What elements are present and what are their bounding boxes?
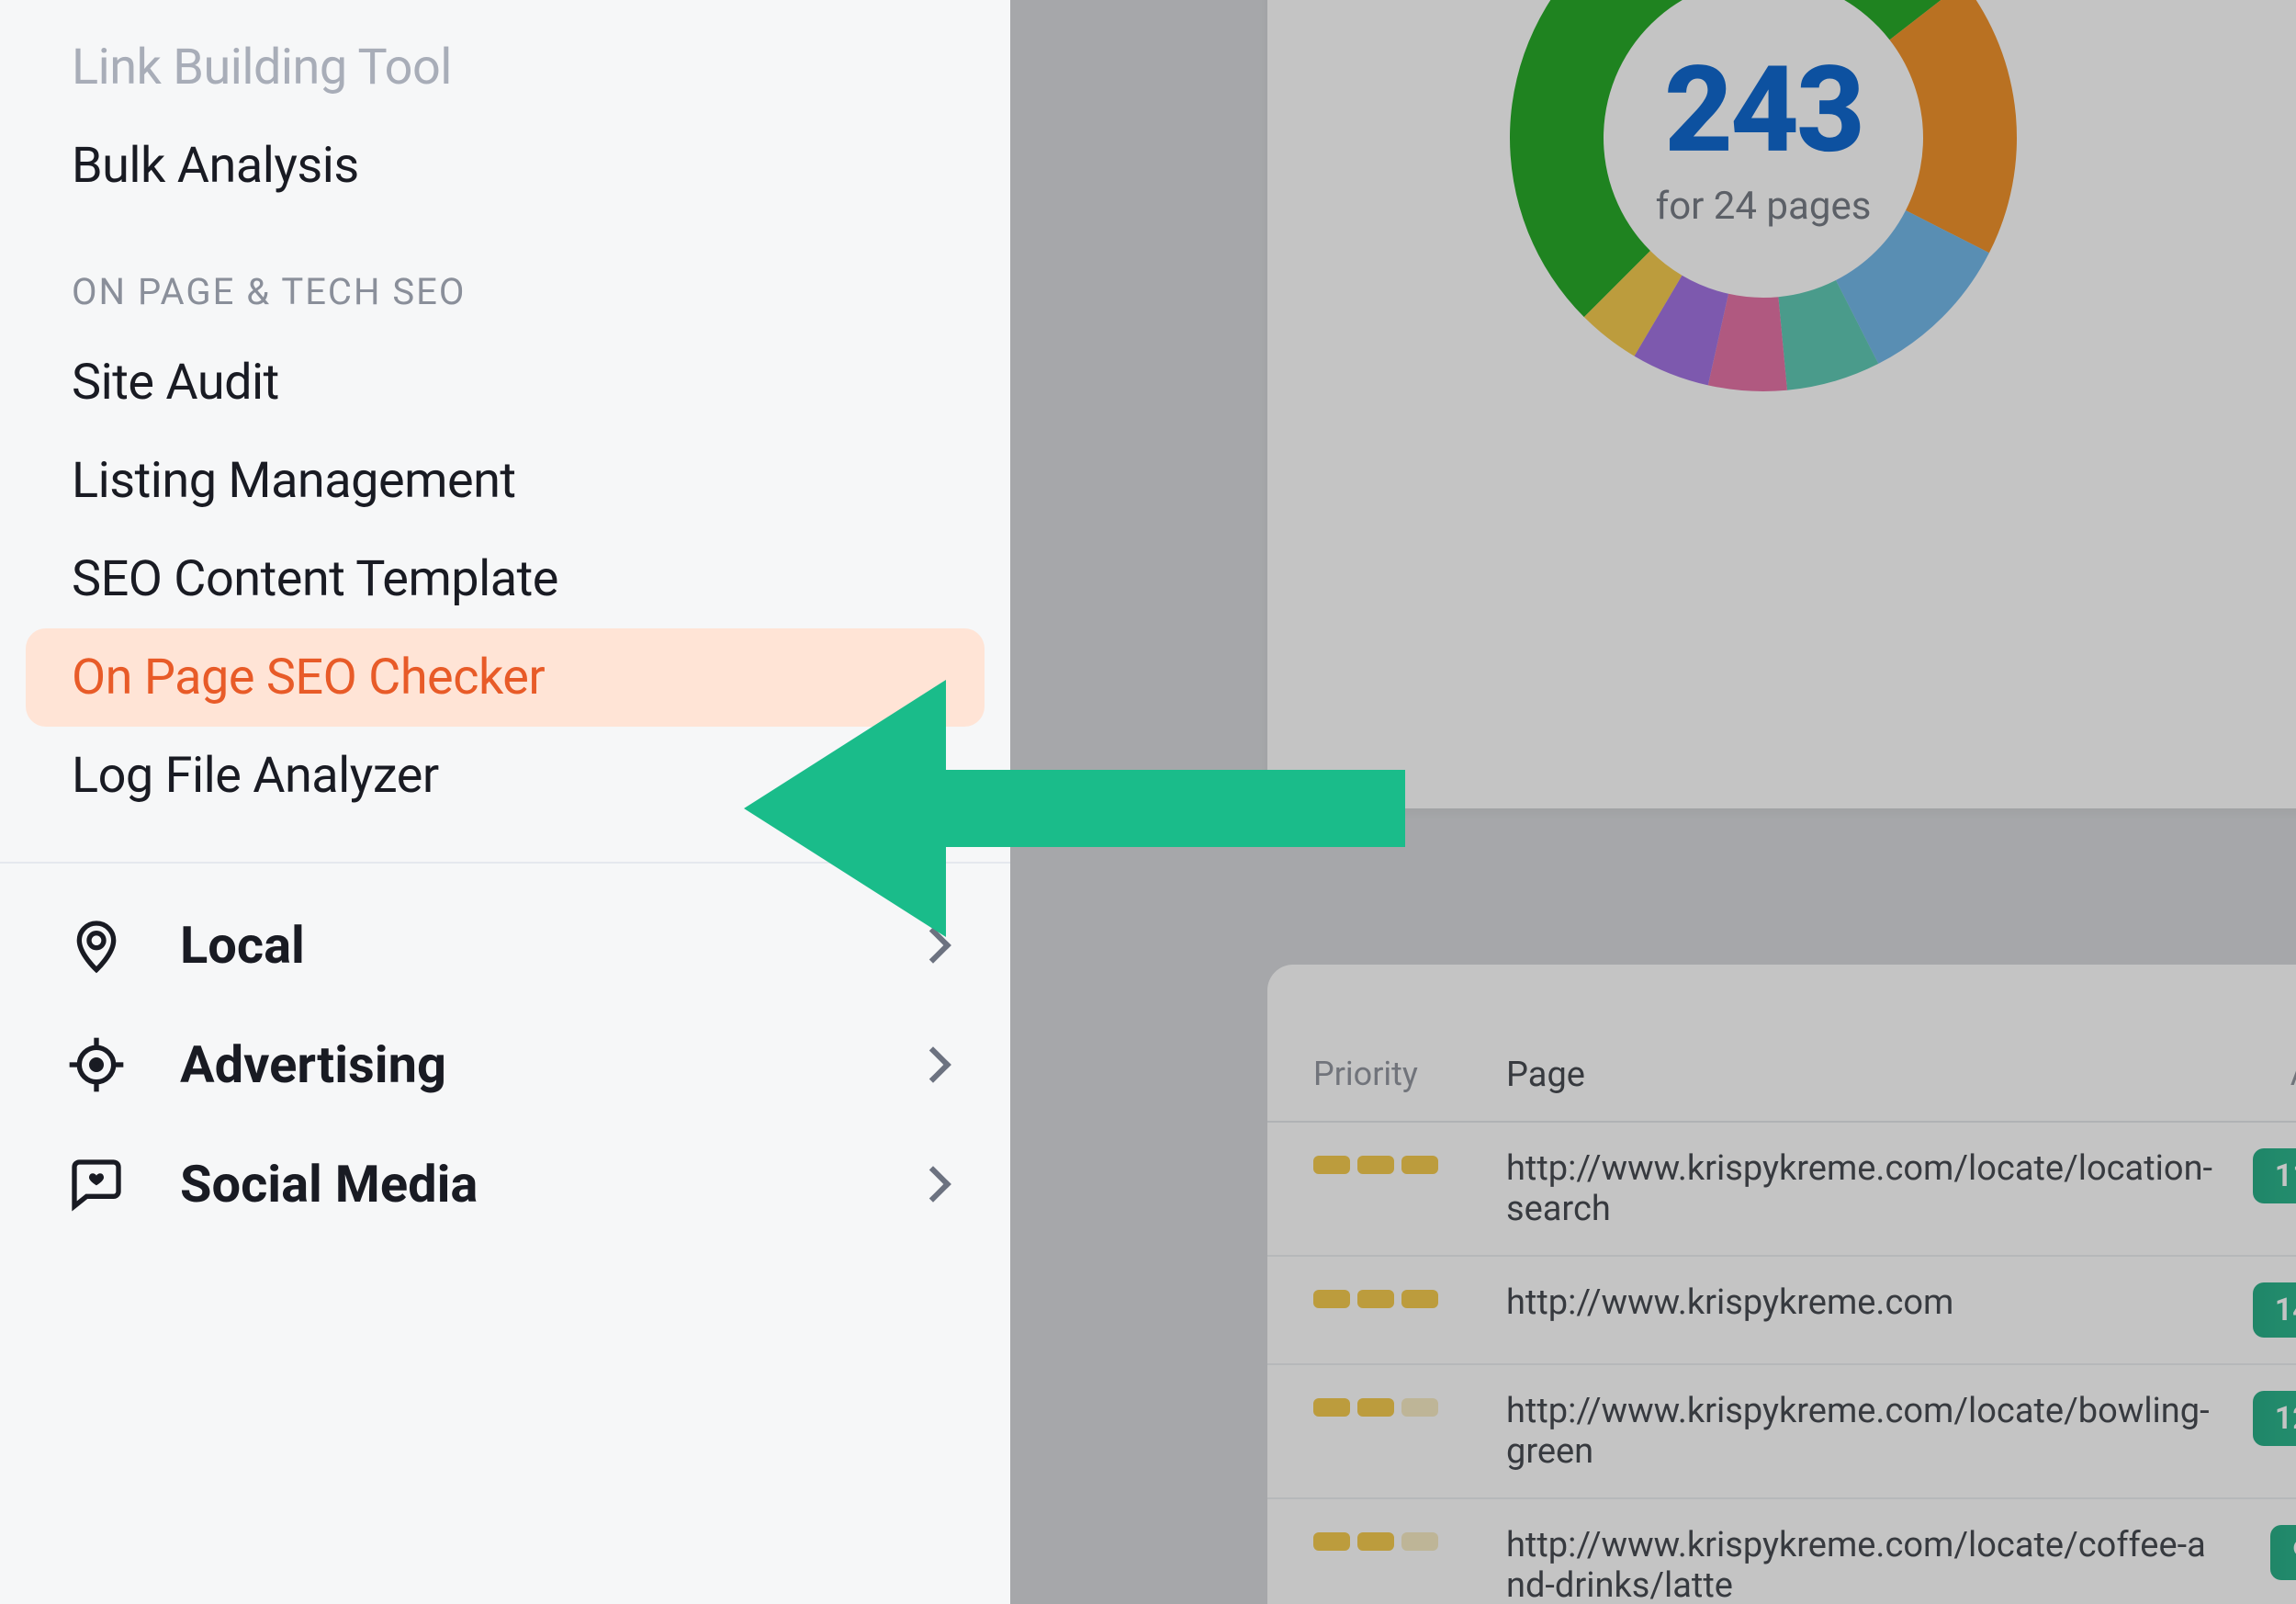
- map-pin-icon: [64, 916, 129, 975]
- page-url-cell[interactable]: http://www.krispykreme.com/locate/coffee…: [1506, 1525, 2250, 1604]
- chevron-right-icon: [915, 1046, 951, 1083]
- ideas-donut-chart: 243 for 24 pages: [1488, 0, 2039, 413]
- priority-bar: [1357, 1290, 1394, 1308]
- sidebar-item-on-page-seo-checker[interactable]: On Page SEO Checker: [26, 628, 985, 727]
- sidebar-divider: [0, 862, 1010, 864]
- col-header-priority[interactable]: Priority: [1313, 1055, 1506, 1093]
- priority-bar: [1313, 1532, 1350, 1551]
- page-url-cell[interactable]: http://www.krispykreme.com/locate/bowlin…: [1506, 1391, 2250, 1472]
- category-label: Advertising: [180, 1034, 920, 1095]
- sidebar-category-local[interactable]: Local: [0, 886, 1010, 1005]
- sidebar: Link Building Tool Bulk Analysis ON PAGE…: [0, 0, 1010, 1604]
- ideas-cell: 11 ideas: [2250, 1148, 2296, 1203]
- priority-cell: [1313, 1148, 1506, 1174]
- priority-bar: [1313, 1290, 1350, 1308]
- priority-bar: [1401, 1398, 1438, 1417]
- table-row[interactable]: http://www.krispykreme.com14 ideas: [1267, 1257, 2296, 1365]
- ideas-cell: 14 ideas: [2250, 1282, 2296, 1338]
- sidebar-item-log-file-analyzer[interactable]: Log File Analyzer: [0, 727, 1010, 825]
- content-pane-dimmed: 243 for 24 pages Ba Ba… Te Tech… Ux User…: [1010, 0, 2296, 1604]
- table-row[interactable]: http://www.krispykreme.com/locate/bowlin…: [1267, 1365, 2296, 1499]
- category-label: Local: [180, 915, 920, 976]
- col-header-page[interactable]: Page: [1506, 1055, 2250, 1095]
- priority-cell: [1313, 1282, 1506, 1308]
- priority-bar: [1313, 1398, 1350, 1417]
- ideas-cell: 9 ideas: [2250, 1525, 2296, 1580]
- sidebar-item-seo-content-template[interactable]: SEO Content Template: [0, 530, 1010, 628]
- priority-bar: [1357, 1532, 1394, 1551]
- ideas-total-subtitle: for 24 pages: [1656, 184, 1872, 229]
- ideas-summary-card: 243 for 24 pages Ba Ba… Te Tech… Ux User…: [1267, 0, 2296, 808]
- sidebar-item-bulk-analysis[interactable]: Bulk Analysis: [0, 117, 1010, 215]
- col-header-ideas[interactable]: All ideas: [2250, 1055, 2296, 1093]
- page-url-cell[interactable]: http://www.krispykreme.com/locate/locati…: [1506, 1148, 2250, 1229]
- table-row[interactable]: http://www.krispykreme.com/locate/locati…: [1267, 1123, 2296, 1257]
- chevron-right-icon: [915, 1166, 951, 1203]
- priority-bar: [1401, 1290, 1438, 1308]
- sidebar-category-advertising[interactable]: Advertising: [0, 1005, 1010, 1124]
- sidebar-item-listing-management[interactable]: Listing Management: [0, 432, 1010, 530]
- priority-bar: [1401, 1156, 1438, 1174]
- chevron-right-icon: [915, 927, 951, 964]
- priority-cell: [1313, 1525, 1506, 1551]
- table-header-row: Priority Page All ideas: [1267, 1029, 2296, 1123]
- pages-table-card: Priority Page All ideas http://www.krisp…: [1267, 965, 2296, 1604]
- sidebar-section-heading: ON PAGE & TECH SEO: [0, 215, 1010, 333]
- ideas-total-value: 243: [1656, 40, 1872, 180]
- ideas-pill[interactable]: 12 ideas: [2253, 1391, 2296, 1446]
- ideas-pill[interactable]: 14 ideas: [2253, 1282, 2296, 1338]
- crosshair-icon: [64, 1035, 129, 1094]
- ideas-pill[interactable]: 9 ideas: [2270, 1525, 2296, 1580]
- priority-bar: [1313, 1156, 1350, 1174]
- category-label: Social Media: [180, 1154, 920, 1214]
- priority-cell: [1313, 1391, 1506, 1417]
- ideas-pill[interactable]: 11 ideas: [2253, 1148, 2296, 1203]
- priority-bar: [1357, 1398, 1394, 1417]
- ideas-cell: 12 ideas: [2250, 1391, 2296, 1446]
- sidebar-category-social-media[interactable]: Social Media: [0, 1124, 1010, 1244]
- priority-bar: [1357, 1156, 1394, 1174]
- page-url-cell[interactable]: http://www.krispykreme.com: [1506, 1282, 2250, 1323]
- table-row[interactable]: http://www.krispykreme.com/locate/coffee…: [1267, 1499, 2296, 1604]
- sidebar-item-link-building-tool[interactable]: Link Building Tool: [0, 18, 1010, 117]
- chat-heart-icon: [64, 1155, 129, 1214]
- sidebar-item-site-audit[interactable]: Site Audit: [0, 333, 1010, 432]
- priority-bar: [1401, 1532, 1438, 1551]
